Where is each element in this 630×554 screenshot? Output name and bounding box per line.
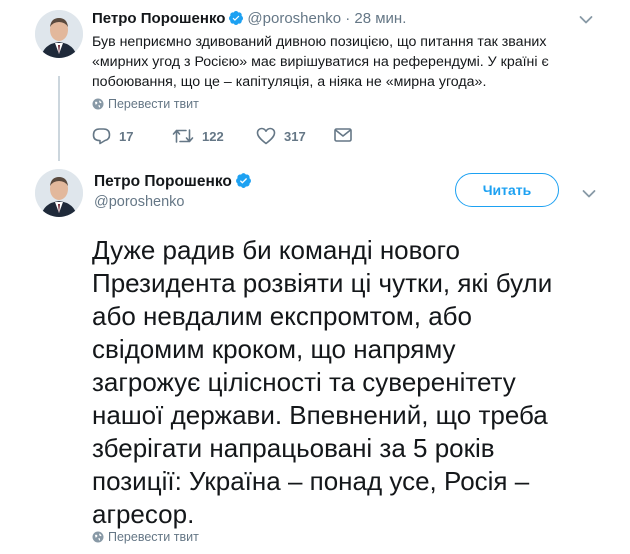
- tweet-text: Дуже радив би команді нового Президента …: [92, 234, 572, 531]
- author-handle[interactable]: @poroshenko: [247, 10, 341, 27]
- tweet-text: Був неприємно здивований дивною позицією…: [92, 32, 572, 92]
- globe-icon: [92, 98, 104, 110]
- tweet-text-line: побоювання, що це – капітуляція, а ніяка…: [92, 74, 487, 90]
- reply-icon: [92, 128, 111, 145]
- avatar-photo: [35, 10, 83, 58]
- tweet-time[interactable]: 28 мин.: [354, 10, 406, 27]
- reply-button[interactable]: 17: [92, 127, 133, 145]
- tweet-text-line: Був неприємно здивований дивною позицією…: [92, 34, 547, 50]
- avatar-photo: [35, 169, 83, 217]
- tweet-text-line: агресор.: [92, 499, 195, 529]
- retweet-icon: [172, 129, 194, 143]
- tweet-header: Петро Порошенко @poroshenko · 28 мин.: [92, 9, 406, 32]
- avatar[interactable]: [35, 10, 83, 58]
- separator-dot: ·: [345, 10, 351, 27]
- translate-label: Перевести твит: [108, 97, 199, 111]
- verified-badge-icon: [228, 10, 244, 32]
- retweet-count: 122: [202, 128, 224, 144]
- tweet-text-line: або невдалим експромтом, або: [92, 301, 473, 331]
- translate-link[interactable]: Перевести твит: [92, 530, 199, 544]
- direct-message-button[interactable]: [334, 127, 360, 143]
- tweet-text-line: загрожує цілісності та суверенітету: [92, 367, 516, 397]
- globe-icon: [92, 531, 104, 543]
- tweet-text-line: нашої держави. Впевнений, що треба: [92, 400, 548, 430]
- like-icon: [256, 127, 276, 145]
- verified-badge-icon: [235, 172, 252, 194]
- thread-line: [58, 76, 60, 161]
- chevron-down-icon[interactable]: [582, 186, 596, 204]
- author-name-text: Петро Порошенко: [94, 173, 232, 190]
- tweet-text-line: зберігати напрацьовані за 5 років: [92, 433, 495, 463]
- like-count: 317: [284, 128, 306, 144]
- reply-count: 17: [119, 128, 134, 144]
- translate-link[interactable]: Перевести твит: [92, 97, 199, 111]
- author-handle[interactable]: @poroshenko: [94, 194, 185, 210]
- tweet-text-line: позиції: Україна – понад усе, Росія –: [92, 466, 530, 496]
- avatar[interactable]: [35, 169, 83, 217]
- follow-button[interactable]: Читать: [455, 173, 559, 207]
- tweet-text-line: Президента розвіяти ці чутки, які були: [92, 268, 553, 298]
- retweet-button[interactable]: 122: [172, 127, 224, 145]
- direct-message-icon: [334, 128, 352, 142]
- author-name[interactable]: Петро Порошенко: [92, 10, 225, 27]
- tweet-text-line: свідомим кроком, що напряму: [92, 334, 456, 364]
- tweet-text-line: «мирних угод з Росією» має вирішуватися …: [92, 54, 549, 70]
- tweet-text-line: Дуже радив би команді нового: [92, 235, 460, 265]
- author-name[interactable]: Петро Порошенко: [94, 172, 255, 194]
- chevron-down-icon[interactable]: [579, 12, 593, 30]
- translate-label: Перевести твит: [108, 530, 199, 544]
- like-button[interactable]: 317: [256, 127, 306, 145]
